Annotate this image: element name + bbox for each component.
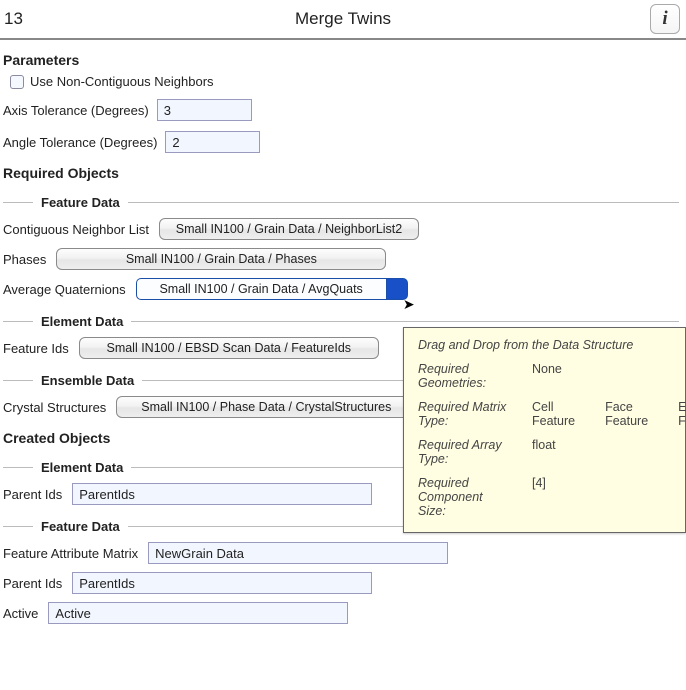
feature-attr-matrix-label: Feature Attribute Matrix xyxy=(3,546,138,561)
info-button[interactable]: i xyxy=(650,4,680,34)
contiguous-neighbor-row: Contiguous Neighbor List Small IN100 / G… xyxy=(3,218,682,240)
active-row: Active Active xyxy=(3,602,682,624)
phases-select[interactable]: Small IN100 / Grain Data / Phases xyxy=(56,248,386,270)
active-input[interactable]: Active xyxy=(48,602,348,624)
parent-ids-label-1: Parent Ids xyxy=(3,487,62,502)
created-element-data-legend: Element Data xyxy=(33,460,131,475)
axis-tolerance-label: Axis Tolerance (Degrees) xyxy=(3,103,149,118)
contiguous-neighbor-label: Contiguous Neighbor List xyxy=(3,222,149,237)
angle-tolerance-label: Angle Tolerance (Degrees) xyxy=(3,135,157,150)
tooltip-matrix-v3: Edge Feature xyxy=(678,400,686,428)
contiguous-neighbor-select[interactable]: Small IN100 / Grain Data / NeighborList2 xyxy=(159,218,419,240)
tooltip-required-component-val: [4] xyxy=(532,476,546,518)
element-data-legend: Element Data xyxy=(33,314,131,329)
tooltip-matrix-v1: Cell Feature xyxy=(532,400,575,428)
phases-label: Phases xyxy=(3,252,46,267)
use-noncontiguous-checkbox[interactable] xyxy=(10,75,24,89)
tooltip-required-array-key: Required Array Type: xyxy=(418,438,508,466)
feature-data-fieldset: Feature Data xyxy=(3,195,679,210)
angle-tolerance-row: Angle Tolerance (Degrees) 2 xyxy=(3,131,682,153)
axis-tolerance-row: Axis Tolerance (Degrees) 3 xyxy=(3,99,682,121)
phases-row: Phases Small IN100 / Grain Data / Phases xyxy=(3,248,682,270)
axis-tolerance-value: 3 xyxy=(164,103,171,118)
filter-index: 13 xyxy=(2,9,23,29)
header-bar: 13 Merge Twins i xyxy=(0,0,686,40)
angle-tolerance-input[interactable]: 2 xyxy=(165,131,260,153)
tooltip-required-geometries-val: None xyxy=(532,362,562,390)
avg-quaternions-text[interactable]: Small IN100 / Grain Data / AvgQuats xyxy=(136,278,386,300)
tooltip-required-geometries-key: Required Geometries: xyxy=(418,362,508,390)
feature-attr-matrix-value: NewGrain Data xyxy=(155,546,244,561)
feature-ids-label: Feature Ids xyxy=(3,341,69,356)
crystal-structures-label: Crystal Structures xyxy=(3,400,106,415)
tooltip-required-matrix-key: Required Matrix Type: xyxy=(418,400,508,428)
avg-quaternions-label: Average Quaternions xyxy=(3,282,126,297)
filter-title: Merge Twins xyxy=(295,9,391,29)
feature-attr-matrix-input[interactable]: NewGrain Data xyxy=(148,542,448,564)
cursor-icon: ➤ xyxy=(403,296,415,313)
contiguous-neighbor-value: Small IN100 / Grain Data / NeighborList2 xyxy=(176,222,403,236)
active-label: Active xyxy=(3,606,38,621)
parent-ids-row-2: Parent Ids ParentIds xyxy=(3,572,682,594)
tooltip-title: Drag and Drop from the Data Structure xyxy=(418,338,671,352)
feature-ids-value: Small IN100 / EBSD Scan Data / FeatureId… xyxy=(106,341,351,355)
use-noncontiguous-label: Use Non-Contiguous Neighbors xyxy=(30,74,214,89)
avg-quaternions-dropdown-button[interactable]: ➤ xyxy=(386,278,408,300)
required-objects-heading: Required Objects xyxy=(3,165,682,181)
angle-tolerance-value: 2 xyxy=(172,135,179,150)
avg-quaternions-combo[interactable]: Small IN100 / Grain Data / AvgQuats ➤ xyxy=(136,278,408,300)
ensemble-data-legend: Ensemble Data xyxy=(33,373,142,388)
avg-quaternions-row: Average Quaternions Small IN100 / Grain … xyxy=(3,278,682,300)
feature-data-legend: Feature Data xyxy=(33,195,128,210)
axis-tolerance-input[interactable]: 3 xyxy=(157,99,252,121)
parent-ids-value-1: ParentIds xyxy=(79,487,135,502)
drag-drop-tooltip: Drag and Drop from the Data Structure Re… xyxy=(403,327,686,533)
active-value: Active xyxy=(55,606,90,621)
feature-attr-matrix-row: Feature Attribute Matrix NewGrain Data xyxy=(3,542,682,564)
crystal-structures-select[interactable]: Small IN100 / Phase Data / CrystalStruct… xyxy=(116,396,416,418)
parent-ids-label-2: Parent Ids xyxy=(3,576,62,591)
tooltip-matrix-v2: Face Feature xyxy=(605,400,648,428)
parent-ids-input-2[interactable]: ParentIds xyxy=(72,572,372,594)
tooltip-required-array-val: float xyxy=(532,438,556,466)
info-icon: i xyxy=(662,8,667,30)
parent-ids-input-1[interactable]: ParentIds xyxy=(72,483,372,505)
avg-quaternions-value: Small IN100 / Grain Data / AvgQuats xyxy=(159,282,362,296)
tooltip-required-component-key: Required Component Size: xyxy=(418,476,508,518)
feature-ids-select[interactable]: Small IN100 / EBSD Scan Data / FeatureId… xyxy=(79,337,379,359)
crystal-structures-value: Small IN100 / Phase Data / CrystalStruct… xyxy=(141,400,391,414)
created-feature-data-legend: Feature Data xyxy=(33,519,128,534)
parent-ids-value-2: ParentIds xyxy=(79,576,135,591)
use-noncontiguous-row: Use Non-Contiguous Neighbors xyxy=(10,74,682,89)
phases-value: Small IN100 / Grain Data / Phases xyxy=(126,252,317,266)
parameters-heading: Parameters xyxy=(3,52,682,68)
